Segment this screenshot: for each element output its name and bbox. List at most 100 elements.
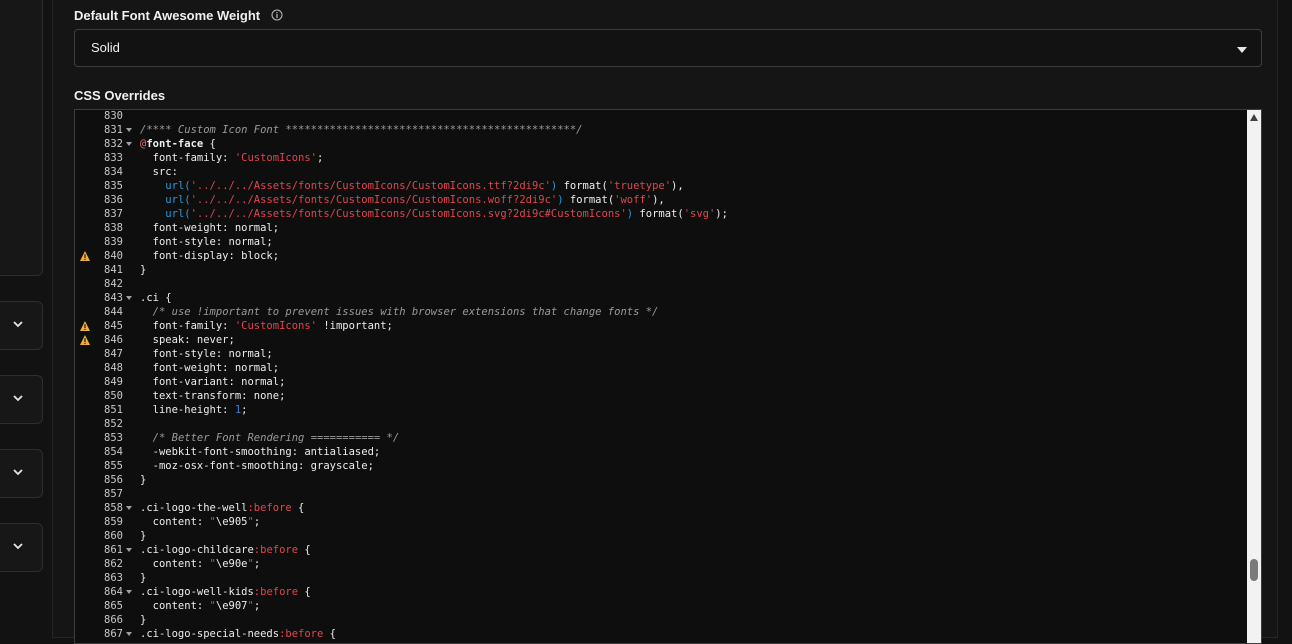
scroll-thumb[interactable] <box>1250 559 1258 581</box>
warning-icon[interactable] <box>79 250 91 262</box>
code-line[interactable]: 861 .ci-logo-childcare:before { <box>75 543 1247 557</box>
code-line[interactable]: 842 <box>75 277 1247 291</box>
code-token: src: <box>140 166 178 178</box>
code-line[interactable]: 833 font-family: 'CustomIcons'; <box>75 151 1247 165</box>
code-text: font-display: block; <box>140 249 279 263</box>
code-token: speak: never; <box>140 334 235 346</box>
line-number: 860 <box>104 530 123 542</box>
code-line[interactable]: 836 url('../../../Assets/fonts/CustomIco… <box>75 193 1247 207</box>
info-circle-icon[interactable] <box>271 9 283 24</box>
code-text: } <box>140 473 146 487</box>
code-line[interactable]: 865 content: "\e907"; <box>75 599 1247 613</box>
code-line[interactable]: 840 font-display: block; <box>75 249 1247 263</box>
code-text: font-style: normal; <box>140 347 273 361</box>
code-line[interactable]: 835 url('../../../Assets/fonts/CustomIco… <box>75 179 1247 193</box>
fold-toggle-icon[interactable] <box>126 296 132 300</box>
code-line[interactable]: 862 content: "\e90e"; <box>75 557 1247 571</box>
code-token: 'svg' <box>683 208 716 220</box>
code-token: \e905 <box>215 516 248 528</box>
code-line[interactable]: 843 .ci { <box>75 291 1247 305</box>
code-text: } <box>140 571 146 585</box>
code-text: font-family: 'CustomIcons'; <box>140 151 324 165</box>
code-text: @font-face { <box>140 137 216 151</box>
code-token: ); <box>715 208 728 220</box>
code-line[interactable]: 855 -moz-osx-font-smoothing: grayscale; <box>75 459 1247 473</box>
code-token: .ci-logo-childcare <box>140 544 254 556</box>
code-text: -webkit-font-smoothing: antialiased; <box>140 445 381 459</box>
line-number: 834 <box>104 166 123 178</box>
code-token: font-face <box>146 138 204 150</box>
line-number: 858 <box>104 502 123 514</box>
code-line[interactable]: 837 url('../../../Assets/fonts/CustomIco… <box>75 207 1247 221</box>
fold-toggle-icon[interactable] <box>126 632 132 636</box>
code-line[interactable]: 841} <box>75 263 1247 277</box>
code-text: .ci-logo-special-needs:before { <box>140 627 336 641</box>
code-line[interactable]: 839 font-style: normal; <box>75 235 1247 249</box>
code-line[interactable]: 844 /* use !important to prevent issues … <box>75 305 1247 319</box>
code-line[interactable]: 863} <box>75 571 1247 585</box>
code-token: ; <box>253 516 261 528</box>
code-token: line-height: <box>140 404 235 416</box>
accordion-toggle-1[interactable] <box>0 301 43 350</box>
code-text: .ci-logo-the-well:before { <box>140 501 304 515</box>
code-line[interactable]: 860} <box>75 529 1247 543</box>
line-number: 848 <box>104 362 123 374</box>
code-line[interactable]: 848 font-weight: normal; <box>75 361 1247 375</box>
code-line[interactable]: 864 .ci-logo-well-kids:before { <box>75 585 1247 599</box>
code-line[interactable]: 867 .ci-logo-special-needs:before { <box>75 627 1247 641</box>
code-text: } <box>140 263 146 277</box>
code-line[interactable]: 854 -webkit-font-smoothing: antialiased; <box>75 445 1247 459</box>
fold-toggle-icon[interactable] <box>126 506 132 510</box>
line-number: 839 <box>104 236 123 248</box>
code-text: url('../../../Assets/fonts/CustomIcons/C… <box>140 193 665 207</box>
fold-toggle-icon[interactable] <box>126 128 132 132</box>
warning-icon[interactable] <box>79 320 91 332</box>
line-number: 864 <box>104 586 123 598</box>
code-line[interactable]: 852 <box>75 417 1247 431</box>
accordion-toggle-4[interactable] <box>0 523 43 572</box>
fold-toggle-icon[interactable] <box>126 548 132 552</box>
code-token: font-family: <box>140 320 235 332</box>
fold-toggle-icon[interactable] <box>126 142 132 146</box>
code-line[interactable]: 866} <box>75 613 1247 627</box>
code-token: ; <box>317 152 324 164</box>
code-line[interactable]: 845 font-family: 'CustomIcons' !importan… <box>75 319 1247 333</box>
code-token: font-weight: normal; <box>140 362 280 374</box>
accordion-toggle-3[interactable] <box>0 449 43 498</box>
code-line[interactable]: 850 text-transform: none; <box>75 389 1247 403</box>
fold-toggle-icon[interactable] <box>126 590 132 594</box>
code-line[interactable]: 858 .ci-logo-the-well:before { <box>75 501 1247 515</box>
code-line[interactable]: 831 /**** Custom Icon Font **************… <box>75 123 1247 137</box>
code-line[interactable]: 851 line-height: 1; <box>75 403 1247 417</box>
code-line[interactable]: 849 font-variant: normal; <box>75 375 1247 389</box>
code-line[interactable]: 859 content: "\e905"; <box>75 515 1247 529</box>
code-line[interactable]: 838 font-weight: normal; <box>75 221 1247 235</box>
code-line[interactable]: 856} <box>75 473 1247 487</box>
font-weight-label-row: Default Font Awesome Weight <box>74 8 283 24</box>
code-text: font-weight: normal; <box>140 221 279 235</box>
code-line[interactable]: 857 <box>75 487 1247 501</box>
line-number: 855 <box>104 460 123 472</box>
code-token: ), <box>652 194 665 206</box>
code-token: -webkit-font-smoothing: antialiased; <box>140 446 381 458</box>
editor-scrollbar[interactable] <box>1247 110 1261 643</box>
code-line[interactable]: 846 speak: never; <box>75 333 1247 347</box>
font-weight-select[interactable]: Solid <box>74 29 1262 67</box>
code-line[interactable]: 834 src: <box>75 165 1247 179</box>
code-line[interactable]: 847 font-style: normal; <box>75 347 1247 361</box>
accordion-toggle-2[interactable] <box>0 375 43 424</box>
code-line[interactable]: 853 /* Better Font Rendering ===========… <box>75 431 1247 445</box>
scroll-up-arrow-icon[interactable] <box>1250 114 1258 121</box>
code-token: font-display: block; <box>140 250 280 262</box>
chevron-down-icon <box>13 543 23 550</box>
code-line[interactable]: 830 <box>75 110 1247 123</box>
warning-icon[interactable] <box>79 334 91 346</box>
code-line[interactable]: 832 @font-face { <box>75 137 1247 151</box>
code-token: } <box>140 614 147 626</box>
css-code-editor[interactable]: 830 831 /**** Custom Icon Font ***********… <box>74 109 1262 644</box>
line-number: 832 <box>104 138 123 150</box>
code-token: font-weight: normal; <box>140 222 280 234</box>
line-number: 866 <box>104 614 123 626</box>
